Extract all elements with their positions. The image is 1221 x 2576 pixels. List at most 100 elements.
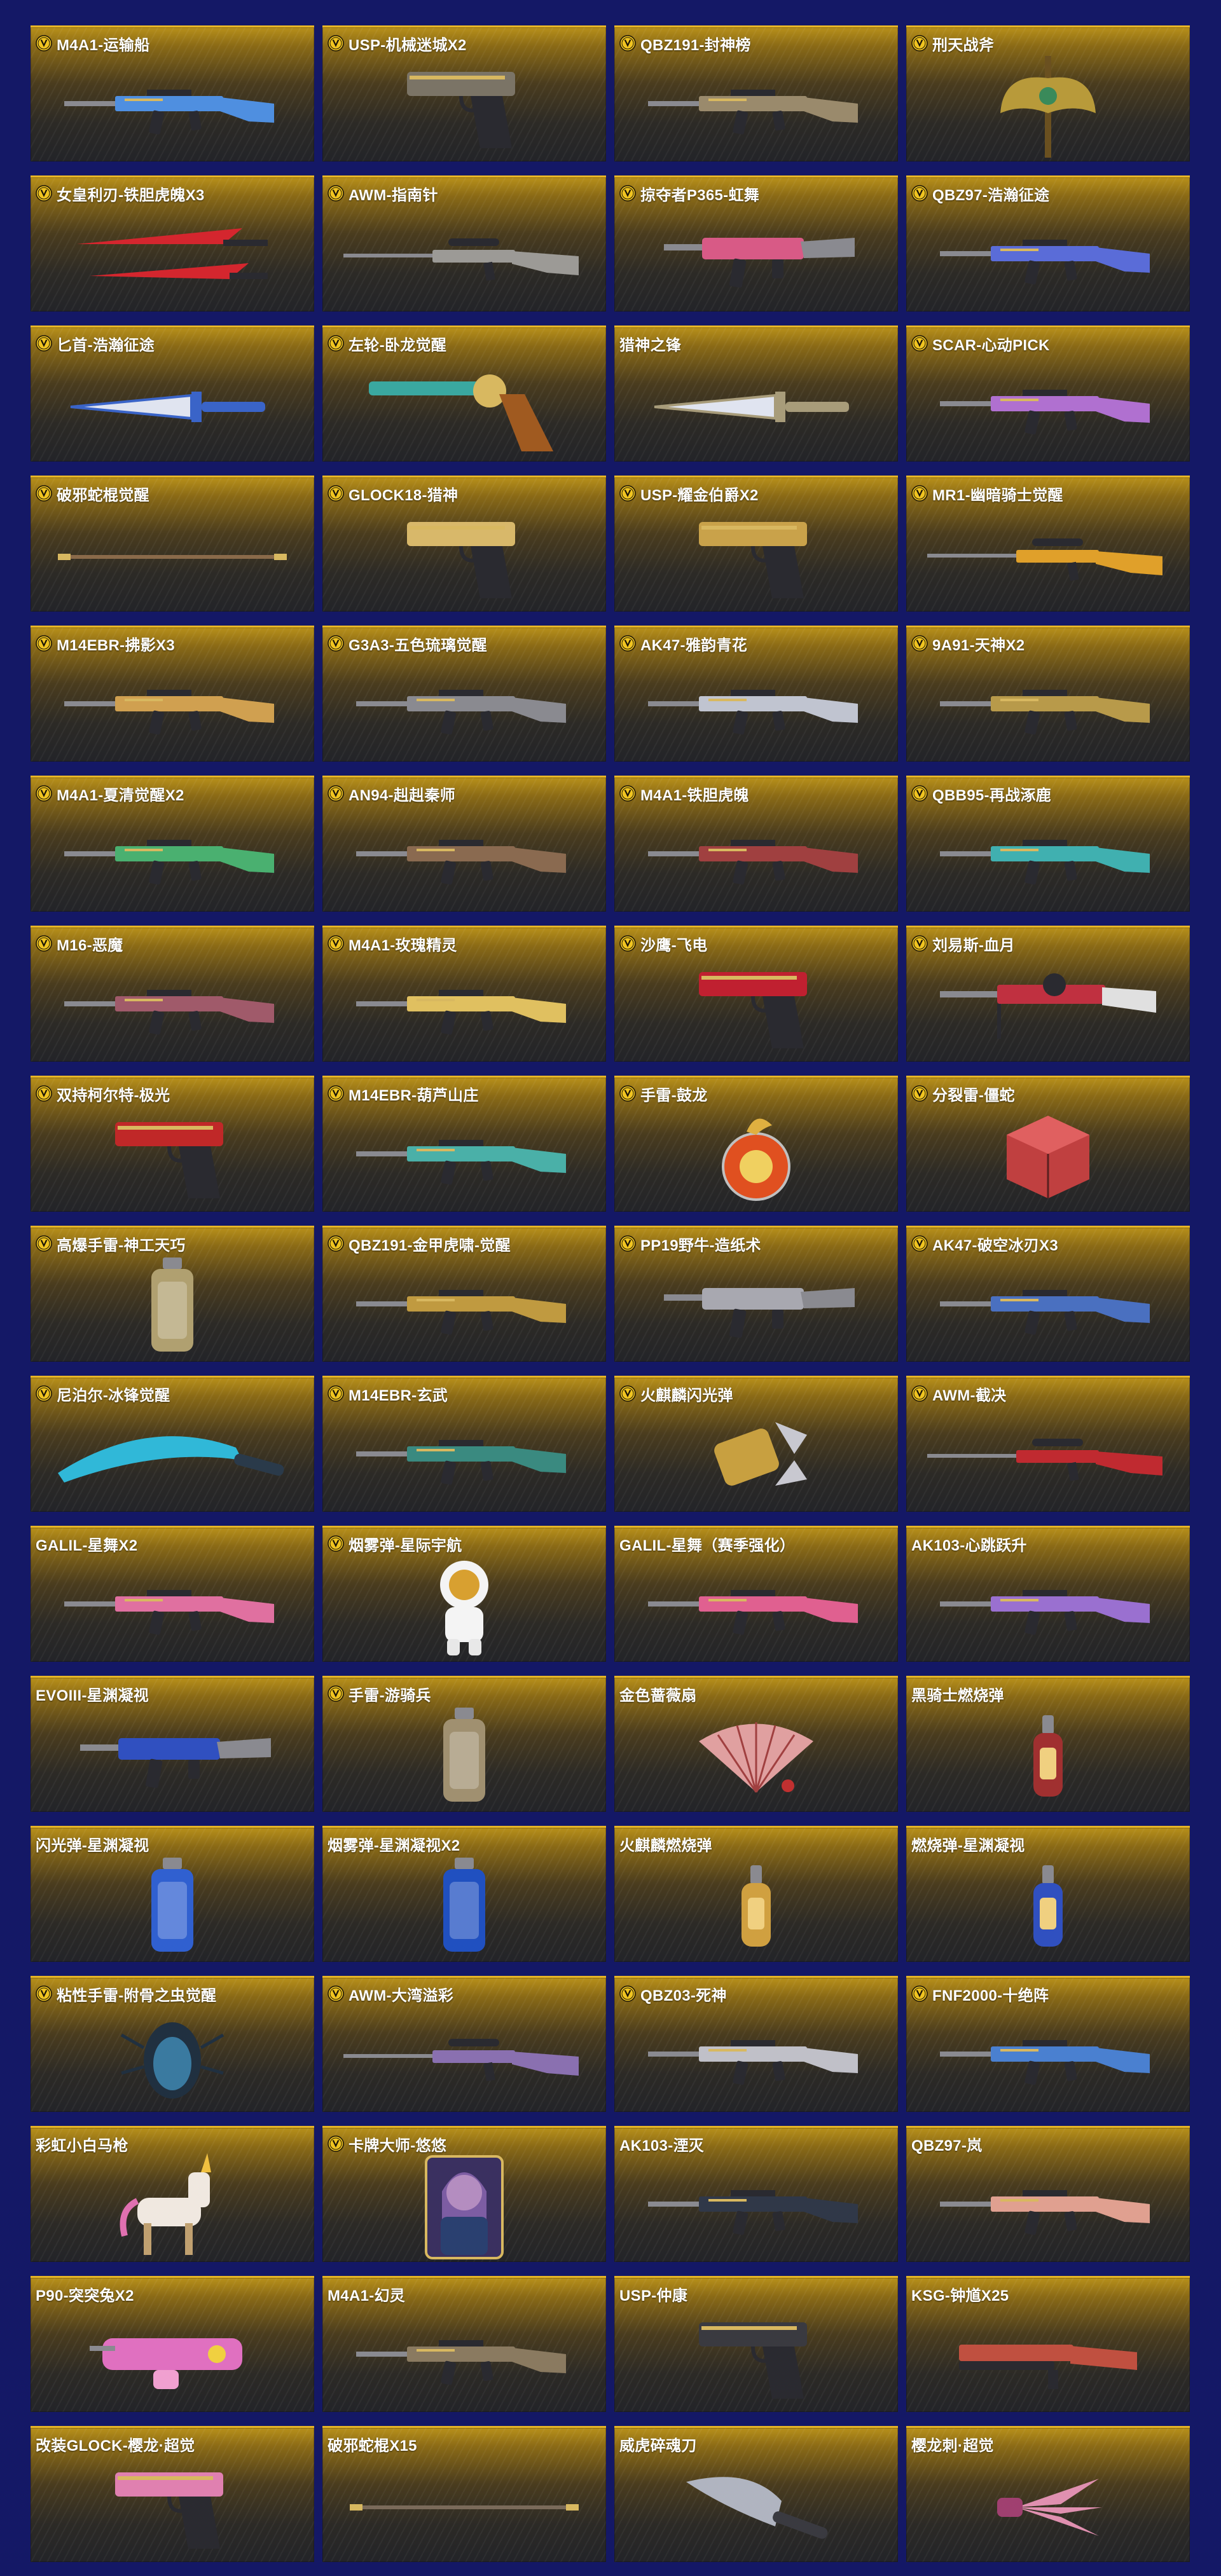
item-card[interactable]: AWM-大湾溢彩 <box>322 1976 606 2112</box>
card-header: 破邪蛇棍觉醒 <box>36 484 309 504</box>
item-card[interactable]: 改装GLOCK-樱龙·超觉 <box>31 2426 314 2562</box>
card-header: 尼泊尔-冰锋觉醒 <box>36 1384 309 1404</box>
item-card[interactable]: 破邪蛇棍觉醒 <box>31 476 314 612</box>
item-card[interactable]: 彩虹小白马枪 <box>31 2126 314 2262</box>
pistol-icon <box>407 521 515 598</box>
item-card[interactable]: AK47-破空冰刃X3 <box>906 1226 1190 1362</box>
card-header: 双持柯尔特-极光 <box>36 1084 309 1104</box>
item-card[interactable]: 9A91-天神X2 <box>906 626 1190 762</box>
item-card[interactable]: AWM-指南针 <box>322 175 606 312</box>
item-card[interactable]: AN94-赳赳秦师 <box>322 776 606 912</box>
sniper-icon <box>341 210 587 303</box>
item-card[interactable]: 破邪蛇棍X15 <box>322 2426 606 2562</box>
item-card[interactable]: 樱龙刺·超觉 <box>906 2426 1190 2562</box>
item-card[interactable]: QBZ191-封神榜 <box>614 25 898 161</box>
v-badge-icon <box>911 485 928 502</box>
card-header: 高爆手雷-神工天巧 <box>36 1234 309 1254</box>
item-card[interactable]: 手雷-游骑兵 <box>322 1676 606 1812</box>
item-card[interactable]: 粘性手雷-附骨之虫觉醒 <box>31 1976 314 2112</box>
item-card[interactable]: M14EBR-拂影X3 <box>31 626 314 762</box>
item-card[interactable]: 女皇利刃-铁胆虎魄X3 <box>31 175 314 312</box>
astronaut-icon <box>341 1560 587 1655</box>
item-card[interactable]: 手雷-鼓龙 <box>614 1076 898 1212</box>
item-card[interactable]: M4A1-玫瑰精灵 <box>322 926 606 1062</box>
item-card[interactable]: 匕首-浩瀚征途 <box>31 325 314 462</box>
v-badge-icon <box>328 185 344 202</box>
item-card[interactable]: M4A1-运输船 <box>31 25 314 161</box>
item-card[interactable]: FNF2000-十绝阵 <box>906 1976 1190 2112</box>
pistol-icon <box>115 1121 223 1198</box>
item-card[interactable]: 尼泊尔-冰锋觉醒 <box>31 1376 314 1512</box>
item-card[interactable]: PP19野牛-造纸术 <box>614 1226 898 1362</box>
item-name: AWM-大湾溢彩 <box>348 1987 454 2004</box>
item-card[interactable]: 沙鹰-飞电 <box>614 926 898 1062</box>
item-card[interactable]: 火麒麟闪光弹 <box>614 1376 898 1512</box>
canister-icon <box>341 1707 587 1803</box>
item-card[interactable]: AWM-截决 <box>906 1376 1190 1512</box>
item-card[interactable]: AK103-湮灭 <box>614 2126 898 2262</box>
item-card[interactable]: QBB95-再战涿鹿 <box>906 776 1190 912</box>
item-card[interactable]: QBZ97-岚 <box>906 2126 1190 2262</box>
v-badge-icon <box>619 785 636 802</box>
item-card[interactable]: 刑天战斧 <box>906 25 1190 161</box>
item-card[interactable]: 烟雾弹-星际宇航 <box>322 1526 606 1662</box>
item-card[interactable]: P90-突突兔X2 <box>31 2276 314 2412</box>
v-badge-icon <box>36 1385 52 1402</box>
rifle-icon <box>341 2311 587 2403</box>
item-card[interactable]: AK103-心跳跃升 <box>906 1526 1190 1662</box>
v-badge-icon <box>36 785 52 802</box>
item-card[interactable]: 刘易斯-血月 <box>906 926 1190 1062</box>
item-card[interactable]: M14EBR-葫芦山庄 <box>322 1076 606 1212</box>
item-card[interactable]: AK47-雅韵青花 <box>614 626 898 762</box>
item-card[interactable]: 高爆手雷-神工天巧 <box>31 1226 314 1362</box>
smg-icon <box>633 1261 879 1353</box>
item-card[interactable]: QBZ03-死神 <box>614 1976 898 2112</box>
item-name: 尼泊尔-冰锋觉醒 <box>57 1387 170 1404</box>
molotov-icon <box>925 1861 1171 1953</box>
item-card[interactable]: KSG-钟馗X25 <box>906 2276 1190 2412</box>
item-card[interactable]: 黑骑士燃烧弹 <box>906 1676 1190 1812</box>
item-card[interactable]: 金色蔷薇扇 <box>614 1676 898 1812</box>
item-card[interactable]: M14EBR-玄武 <box>322 1376 606 1512</box>
item-name: QBB95-再战涿鹿 <box>932 786 1052 804</box>
card-header: AK103-湮灭 <box>619 2134 893 2155</box>
item-card[interactable]: M16-恶魔 <box>31 926 314 1062</box>
card-header: 烟雾弹-星际宇航 <box>328 1534 601 1554</box>
v-badge-icon <box>328 2135 344 2152</box>
item-card[interactable]: 火麒麟燃烧弹 <box>614 1826 898 1962</box>
smg-icon <box>633 210 879 303</box>
item-card[interactable]: GALIL-星舞X2 <box>31 1526 314 1662</box>
item-card[interactable]: USP-机械迷城X2 <box>322 25 606 161</box>
item-card[interactable]: 分裂雷-僵蛇 <box>906 1076 1190 1212</box>
item-card[interactable]: USP-仲康 <box>614 2276 898 2412</box>
item-card[interactable]: M4A1-铁胆虎魄 <box>614 776 898 912</box>
item-card[interactable]: 左轮-卧龙觉醒 <box>322 325 606 462</box>
item-card[interactable]: GLOCK18-猎神 <box>322 476 606 612</box>
item-card[interactable]: QBZ97-浩瀚征途 <box>906 175 1190 312</box>
item-card[interactable]: 掠夺者P365-虹舞 <box>614 175 898 312</box>
item-card[interactable]: GALIL-星舞（赛季强化） <box>614 1526 898 1662</box>
item-card[interactable]: QBZ191-金甲虎啸-觉醒 <box>322 1226 606 1362</box>
rifle-icon <box>50 961 295 1053</box>
item-name: 粘性手雷-附骨之虫觉醒 <box>57 1987 217 2004</box>
item-card[interactable]: USP-耀金伯爵X2 <box>614 476 898 612</box>
item-name: GALIL-星舞（赛季强化） <box>619 1537 796 1554</box>
item-card[interactable]: 威虎碎魂刀 <box>614 2426 898 2562</box>
item-card[interactable]: SCAR-心动PICK <box>906 325 1190 462</box>
item-card[interactable]: 闪光弹-星渊凝视 <box>31 1826 314 1962</box>
smg-icon <box>664 1287 855 1338</box>
item-card[interactable]: M4A1-幻灵 <box>322 2276 606 2412</box>
item-card[interactable]: EVOIII-星渊凝视 <box>31 1676 314 1812</box>
item-card[interactable]: 燃烧弹-星渊凝视 <box>906 1826 1190 1962</box>
card-header: P90-突突兔X2 <box>36 2284 309 2305</box>
item-card[interactable]: 卡牌大师-悠悠 <box>322 2126 606 2262</box>
item-card[interactable]: G3A3-五色琉璃觉醒 <box>322 626 606 762</box>
canister-icon <box>443 1707 485 1802</box>
v-badge-icon <box>619 635 636 652</box>
item-card[interactable]: 猎神之锋 <box>614 325 898 462</box>
item-card[interactable]: 双持柯尔特-极光 <box>31 1076 314 1212</box>
item-card[interactable]: MR1-幽暗骑士觉醒 <box>906 476 1190 612</box>
v-badge-icon <box>619 1235 636 1252</box>
item-card[interactable]: M4A1-夏清觉醒X2 <box>31 776 314 912</box>
item-card[interactable]: 烟雾弹-星渊凝视X2 <box>322 1826 606 1962</box>
